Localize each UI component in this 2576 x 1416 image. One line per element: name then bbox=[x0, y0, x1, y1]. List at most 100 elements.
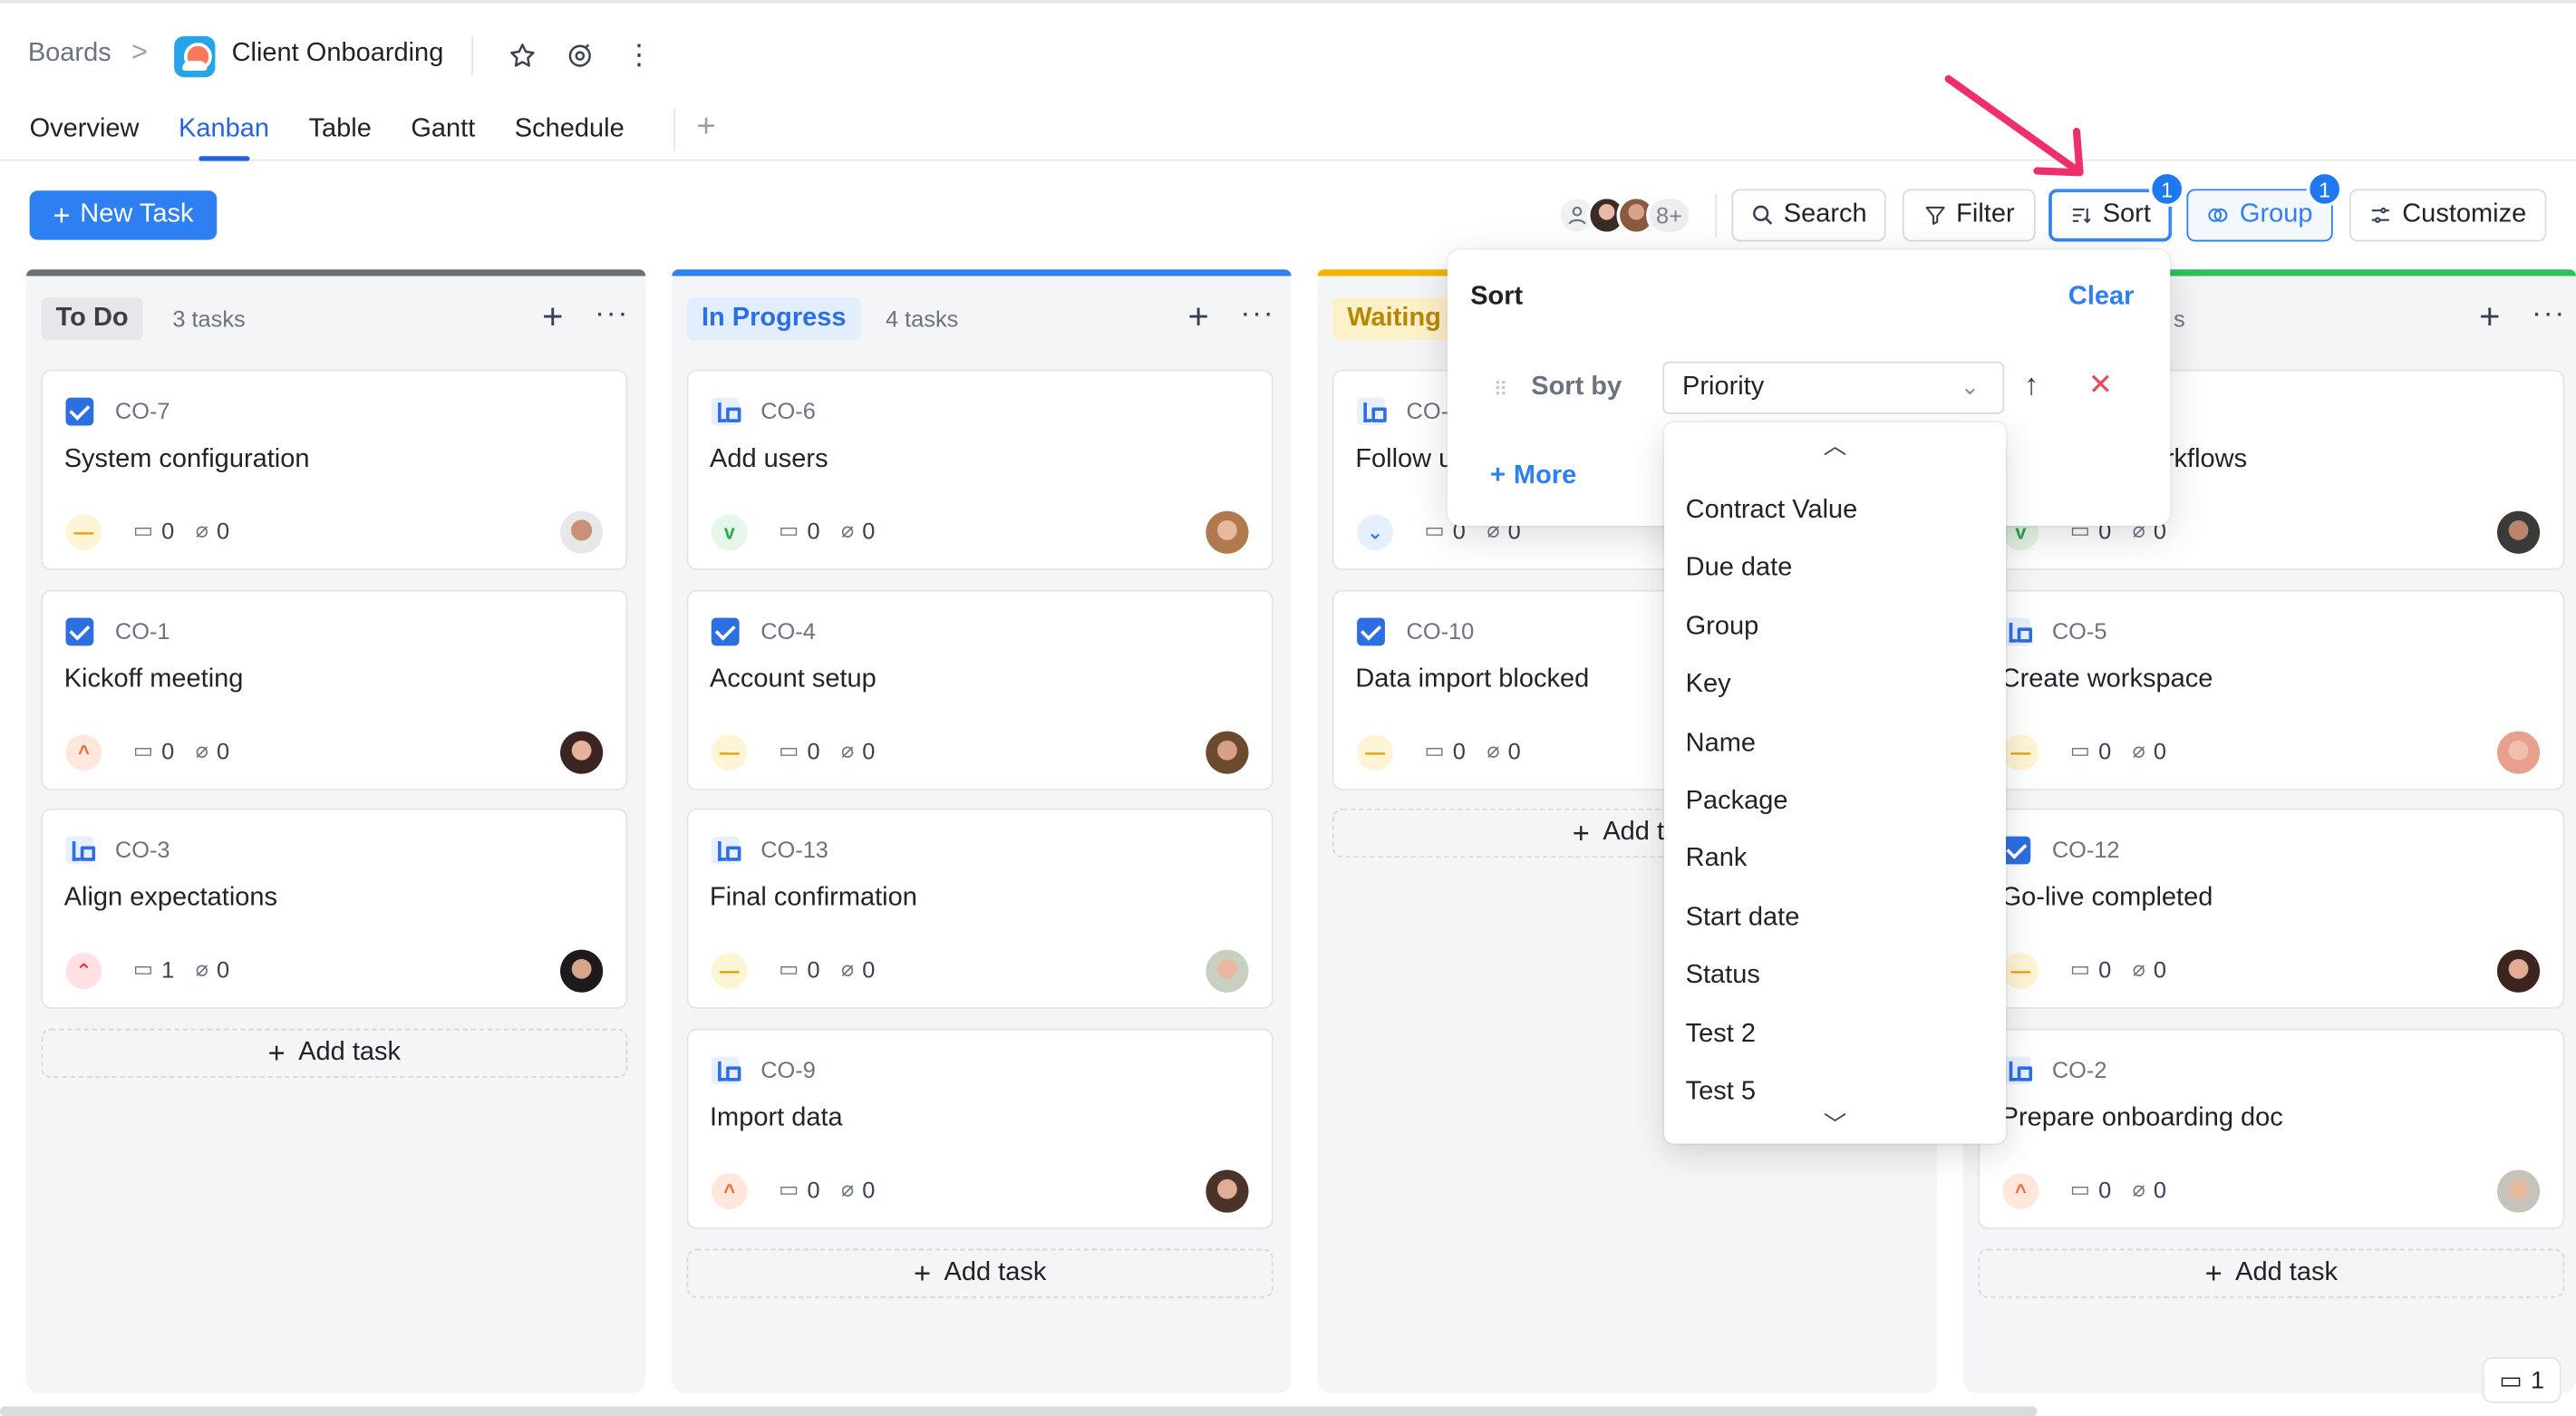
star-icon[interactable] bbox=[503, 36, 543, 76]
drag-handle-icon[interactable]: ⠿ bbox=[1494, 378, 1508, 401]
task-card[interactable]: CO-9 Import data ^ ▭ 0 ⌀ 0 bbox=[686, 1028, 1273, 1229]
column-more-icon[interactable]: ··· bbox=[2532, 296, 2566, 330]
tab-schedule[interactable]: Schedule bbox=[515, 112, 625, 160]
task-card[interactable]: CO-3 Align expectations ⌃ ▭ 1 ⌀ 0 bbox=[41, 808, 628, 1009]
filter-label: Filter bbox=[1956, 200, 2015, 228]
add-task-button[interactable]: + Add task bbox=[686, 1248, 1273, 1298]
customize-button[interactable]: Customize bbox=[2348, 189, 2547, 242]
column-title[interactable]: To Do bbox=[41, 297, 143, 341]
assignee-avatar[interactable] bbox=[2497, 1169, 2541, 1213]
subtask-icon bbox=[711, 397, 741, 426]
add-task-button[interactable]: + Add task bbox=[1978, 1248, 2565, 1298]
priority-lowest-icon[interactable]: ⌄ bbox=[1357, 514, 1393, 551]
priority-medium-icon[interactable]: — bbox=[2002, 734, 2039, 771]
remove-sort-close-icon[interactable]: ✕ bbox=[2088, 368, 2113, 402]
sort-ascending-arrow-icon[interactable]: ↑ bbox=[2024, 368, 2039, 402]
task-key: CO-12 bbox=[2051, 836, 2120, 863]
board-title[interactable]: Client Onboarding bbox=[232, 40, 444, 70]
priority-high-icon[interactable]: ^ bbox=[711, 1173, 748, 1209]
more-vertical-icon[interactable]: ⋮ bbox=[619, 36, 659, 76]
sort-option[interactable]: Key bbox=[1664, 671, 2006, 729]
tab-gantt[interactable]: Gantt bbox=[411, 112, 475, 160]
sort-field-dropdown: ︿ Contract Value Due date Group Key Name… bbox=[1664, 422, 2007, 1144]
add-task-button[interactable]: + Add task bbox=[41, 1028, 628, 1078]
priority-high-icon[interactable]: ^ bbox=[2002, 1173, 2039, 1209]
collapsed-columns-badge[interactable]: ▭ 1 bbox=[2482, 1357, 2561, 1403]
sort-option[interactable]: Rank bbox=[1664, 845, 2006, 903]
sort-field-options: Contract Value Due date Group Key Name P… bbox=[1664, 496, 2006, 1136]
assignee-avatar[interactable] bbox=[1206, 949, 1249, 993]
member-avatars[interactable]: 8+ bbox=[1557, 190, 1692, 239]
task-card[interactable]: CO-12 Go-live completed — ▭ 0 ⌀ 0 bbox=[1978, 808, 2565, 1009]
priority-urgent-icon[interactable]: ⌃ bbox=[65, 953, 102, 990]
task-card[interactable]: CO-1 Kickoff meeting ^ ▭ 0 ⌀ 0 bbox=[41, 589, 628, 790]
column-more-icon[interactable]: ··· bbox=[1240, 296, 1274, 330]
scroll-down-chevron-icon[interactable]: ﹀ bbox=[1664, 1108, 2006, 1140]
assignee-avatar[interactable] bbox=[560, 731, 604, 774]
clear-sort-button[interactable]: Clear bbox=[2068, 283, 2135, 313]
add-more-sort-button[interactable]: + More bbox=[1490, 461, 1576, 491]
assignee-avatar[interactable] bbox=[2497, 731, 2541, 774]
filter-button[interactable]: Filter bbox=[1902, 189, 2036, 242]
sort-option[interactable]: Contract Value bbox=[1664, 496, 2006, 554]
task-card[interactable]: CO-5 Create workspace — ▭ 0 ⌀ 0 bbox=[1978, 589, 2565, 790]
assignee-avatar[interactable] bbox=[560, 510, 604, 554]
sort-option[interactable]: Group bbox=[1664, 613, 2006, 671]
priority-medium-icon[interactable]: — bbox=[711, 734, 748, 771]
column-title[interactable]: In Progress bbox=[686, 297, 861, 341]
group-label: Group bbox=[2239, 200, 2313, 228]
new-task-button[interactable]: + New Task bbox=[29, 190, 218, 240]
assignee-avatar[interactable] bbox=[1206, 1169, 1249, 1213]
task-title: Data import blocked bbox=[1355, 665, 1590, 693]
assignee-avatar[interactable] bbox=[1206, 510, 1249, 554]
column-more-icon[interactable]: ··· bbox=[595, 296, 629, 330]
scroll-up-chevron-icon[interactable]: ︿ bbox=[1664, 429, 2006, 461]
task-card[interactable]: CO-4 Account setup — ▭ 0 ⌀ 0 bbox=[686, 589, 1273, 790]
breadcrumb-boards[interactable]: Boards bbox=[28, 40, 111, 70]
priority-medium-icon[interactable]: — bbox=[1357, 734, 1393, 771]
sort-option[interactable]: Name bbox=[1664, 729, 2006, 787]
assignee-avatar[interactable] bbox=[560, 949, 604, 993]
task-key: CO-13 bbox=[760, 836, 828, 863]
sort-option[interactable]: Due date bbox=[1664, 555, 2006, 613]
priority-medium-icon[interactable]: — bbox=[65, 514, 102, 551]
priority-medium-icon[interactable]: — bbox=[711, 953, 748, 990]
priority-medium-icon[interactable]: — bbox=[2002, 953, 2039, 990]
tab-table[interactable]: Table bbox=[308, 112, 371, 160]
horizontal-scrollbar[interactable] bbox=[0, 1406, 2038, 1416]
task-card[interactable]: CO-13 Final confirmation — ▭ 0 ⌀ 0 bbox=[686, 808, 1273, 1009]
priority-high-icon[interactable]: ^ bbox=[65, 734, 102, 771]
column-title[interactable]: Waiting bbox=[1332, 297, 1457, 341]
tabs-divider bbox=[673, 108, 675, 151]
paperclip-icon: ⌀ bbox=[195, 955, 208, 982]
assignee-avatar[interactable] bbox=[2497, 510, 2541, 554]
task-card[interactable]: CO-7 System configuration — ▭ 0 ⌀ 0 bbox=[41, 369, 628, 570]
priority-low-icon[interactable]: v bbox=[711, 514, 748, 551]
task-card[interactable]: CO-2 Prepare onboarding doc ^ ▭ 0 ⌀ 0 bbox=[1978, 1028, 2565, 1229]
assignee-avatar[interactable] bbox=[2497, 949, 2541, 993]
column-add-plus-icon[interactable]: + bbox=[2479, 296, 2500, 338]
sort-option[interactable]: Test 2 bbox=[1664, 1020, 2006, 1078]
sort-option[interactable]: Start date bbox=[1664, 903, 2006, 961]
tab-kanban[interactable]: Kanban bbox=[179, 112, 269, 161]
search-button[interactable]: Search bbox=[1731, 189, 1886, 242]
plus-icon: + bbox=[53, 199, 71, 232]
sort-option[interactable]: Status bbox=[1664, 962, 2006, 1020]
subtask-icon bbox=[2002, 1056, 2033, 1085]
sort-option[interactable]: Package bbox=[1664, 787, 2006, 845]
watch-icon[interactable] bbox=[560, 36, 600, 76]
tab-overview[interactable]: Overview bbox=[30, 112, 140, 160]
task-card[interactable]: CO-6 Add users v ▭ 0 ⌀ 0 bbox=[686, 369, 1273, 570]
add-view-plus-icon[interactable]: + bbox=[697, 109, 716, 147]
task-title: Import data bbox=[710, 1104, 843, 1132]
column-title-fragment: s bbox=[2173, 306, 2185, 333]
sort-field-select[interactable]: Priority ⌄ bbox=[1662, 361, 2005, 414]
add-task-label: Add task bbox=[2235, 1258, 2338, 1287]
search-label: Search bbox=[1783, 200, 1867, 228]
folder-icon: ▭ bbox=[2499, 1367, 2523, 1395]
column-add-plus-icon[interactable]: + bbox=[1187, 296, 1208, 338]
column-add-plus-icon[interactable]: + bbox=[542, 296, 563, 338]
kanban-page: Boards > Client Onboarding ⋮ Overview Ka… bbox=[0, 0, 2576, 1416]
assignee-avatar[interactable] bbox=[1206, 731, 1249, 774]
comment-icon: ▭ bbox=[2069, 955, 2091, 982]
